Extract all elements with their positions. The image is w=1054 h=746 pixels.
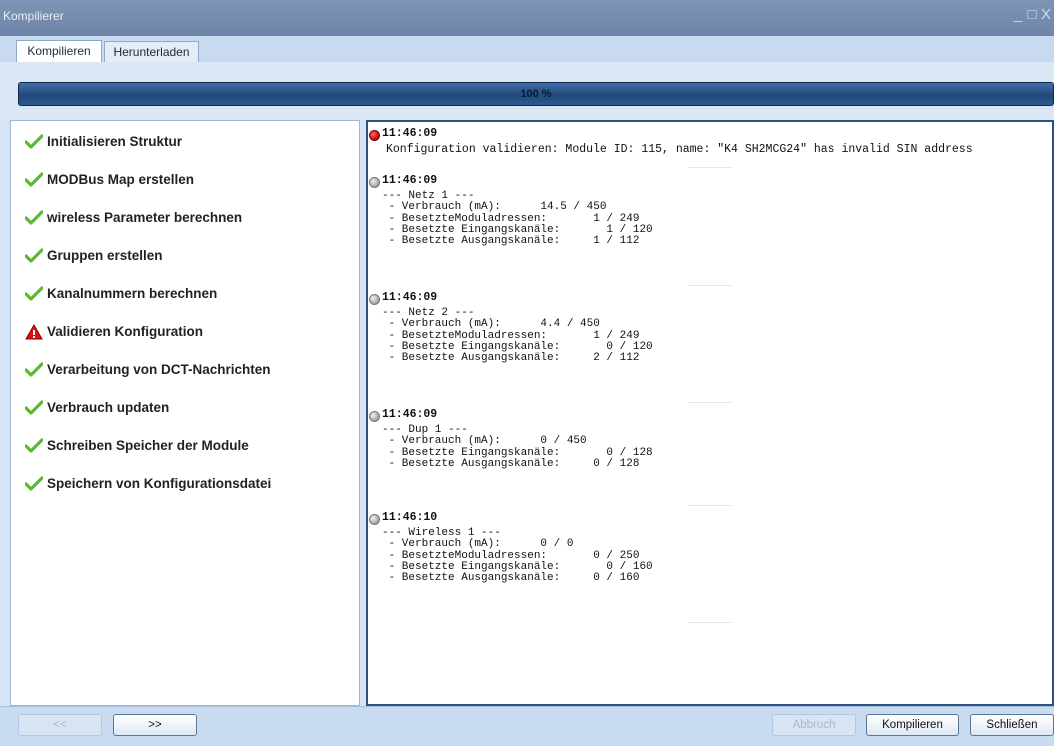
- gray-dot-icon: [369, 177, 380, 188]
- tab-strip: Kompilieren Herunterladen: [0, 36, 1054, 63]
- checkmark-icon: [24, 172, 44, 188]
- window-title: Kompilierer: [3, 9, 64, 23]
- step-label: wireless Parameter berechnen: [47, 210, 243, 225]
- log-message: --- Netz 2 --- - Verbrauch (mA): 4.4 / 4…: [382, 307, 653, 365]
- title-bar: Kompilierer _ □ X: [0, 0, 1054, 36]
- next-button[interactable]: >>: [113, 714, 197, 736]
- progress-bar: 100 %: [18, 82, 1054, 106]
- close-icon[interactable]: X: [1040, 6, 1054, 23]
- step-label: Speichern von Konfigurationsdatei: [47, 476, 272, 491]
- close-button[interactable]: Schließen: [970, 714, 1054, 736]
- log-separator: [688, 167, 732, 168]
- log-timestamp: 11:46:09: [382, 408, 438, 421]
- log-timestamp: 11:46:09: [382, 291, 438, 304]
- gray-dot-icon: [369, 411, 380, 422]
- checkmark-icon: [24, 476, 44, 492]
- checkmark-icon: [24, 248, 44, 264]
- step-item: Initialisieren Struktur: [24, 131, 183, 153]
- gray-dot-icon: [369, 294, 380, 305]
- step-label: Gruppen erstellen: [47, 248, 163, 263]
- step-item: Verarbeitung von DCT-Nachrichten: [24, 359, 271, 381]
- step-item: Speichern von Konfigurationsdatei: [24, 473, 272, 495]
- warning-triangle-icon: [25, 324, 43, 340]
- log-separator: [688, 622, 732, 623]
- previous-button[interactable]: <<: [18, 714, 102, 736]
- maximize-icon[interactable]: □: [1026, 6, 1040, 23]
- log-message: Konfiguration validieren: Module ID: 115…: [386, 143, 973, 156]
- step-label: Verarbeitung von DCT-Nachrichten: [47, 362, 271, 377]
- log-message: --- Wireless 1 --- - Verbrauch (mA): 0 /…: [382, 527, 653, 585]
- step-item: Gruppen erstellen: [24, 245, 163, 267]
- log-separator: [688, 505, 732, 506]
- checkmark-icon: [24, 210, 44, 226]
- progress-area: 100 %: [0, 62, 1054, 120]
- log-timestamp: 11:46:09: [382, 174, 438, 187]
- bottom-bar: << >> Abbruch Kompilieren Schließen: [0, 706, 1054, 746]
- checkmark-icon: [24, 438, 44, 454]
- log-message: --- Netz 1 --- - Verbrauch (mA): 14.5 / …: [382, 190, 653, 248]
- checkmark-icon: [24, 400, 44, 416]
- step-item: Schreiben Speicher der Module: [24, 435, 249, 457]
- log-separator: [688, 402, 732, 403]
- progress-label: 100 %: [520, 88, 552, 100]
- gray-dot-icon: [369, 514, 380, 525]
- compile-steps-list: Initialisieren Struktur MODBus Map erstel…: [10, 120, 360, 706]
- step-label: Kanalnummern berechnen: [47, 286, 218, 301]
- step-label: MODBus Map erstellen: [47, 172, 195, 187]
- red-dot-icon: [369, 130, 380, 141]
- checkmark-icon: [24, 286, 44, 302]
- step-item: Verbrauch updaten: [24, 397, 170, 419]
- step-label: Schreiben Speicher der Module: [47, 438, 249, 453]
- tab-herunterladen[interactable]: Herunterladen: [104, 41, 199, 62]
- step-item: Validieren Konfiguration: [25, 321, 203, 343]
- checkmark-icon: [24, 134, 44, 150]
- step-item: wireless Parameter berechnen: [24, 207, 243, 229]
- log-message: --- Dup 1 --- - Verbrauch (mA): 0 / 450 …: [382, 424, 653, 470]
- compile-button[interactable]: Kompilieren: [866, 714, 959, 736]
- window-controls: _ □ X: [1012, 6, 1054, 23]
- tab-kompilieren[interactable]: Kompilieren: [16, 40, 102, 62]
- checkmark-icon: [24, 362, 44, 378]
- step-item: Kanalnummern berechnen: [24, 283, 218, 305]
- step-label: Verbrauch updaten: [47, 400, 170, 415]
- compile-log[interactable]: 11:46:09 Konfiguration validieren: Module…: [366, 120, 1054, 706]
- abort-button[interactable]: Abbruch: [772, 714, 856, 736]
- log-timestamp: 11:46:09: [382, 127, 438, 140]
- step-item: MODBus Map erstellen: [24, 169, 195, 191]
- minimize-icon[interactable]: _: [1012, 6, 1026, 23]
- step-label: Initialisieren Struktur: [47, 134, 183, 149]
- log-separator: [688, 285, 732, 286]
- log-timestamp: 11:46:10: [382, 511, 438, 524]
- step-label: Validieren Konfiguration: [47, 324, 204, 339]
